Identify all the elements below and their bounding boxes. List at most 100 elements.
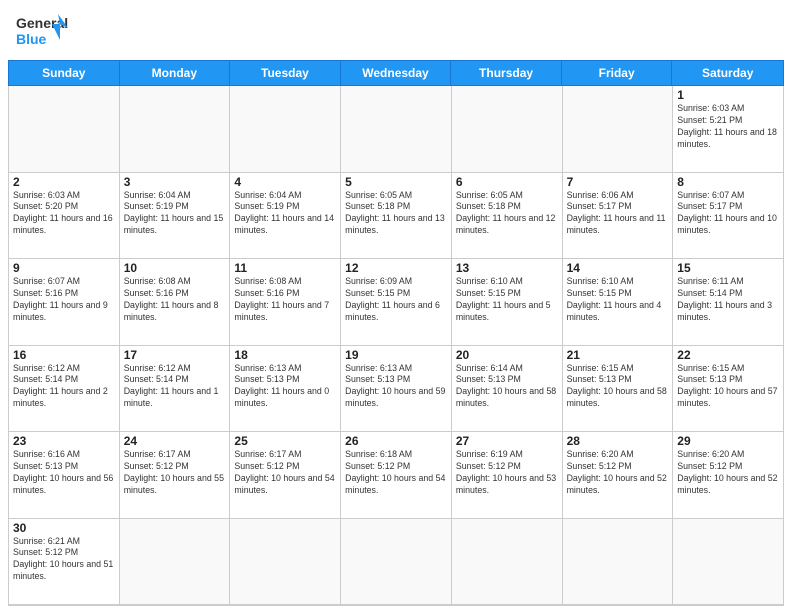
calendar-row: 23Sunrise: 6:16 AM Sunset: 5:13 PM Dayli… [9,432,784,519]
day-number: 3 [124,175,226,189]
day-number: 7 [567,175,669,189]
calendar-row: 30Sunrise: 6:21 AM Sunset: 5:12 PM Dayli… [9,519,784,606]
calendar-cell [452,86,563,173]
calendar-cell [341,519,452,606]
day-number: 13 [456,261,558,275]
calendar-cell [673,519,784,606]
day-info: Sunrise: 6:13 AM Sunset: 5:13 PM Dayligh… [234,363,336,411]
calendar-body: 1Sunrise: 6:03 AM Sunset: 5:21 PM Daylig… [8,86,784,606]
calendar-row: 1Sunrise: 6:03 AM Sunset: 5:21 PM Daylig… [9,86,784,173]
day-info: Sunrise: 6:03 AM Sunset: 5:20 PM Dayligh… [13,190,115,238]
day-number: 11 [234,261,336,275]
weekday-header: Sunday [9,61,120,85]
day-info: Sunrise: 6:05 AM Sunset: 5:18 PM Dayligh… [456,190,558,238]
day-info: Sunrise: 6:13 AM Sunset: 5:13 PM Dayligh… [345,363,447,411]
calendar-cell: 26Sunrise: 6:18 AM Sunset: 5:12 PM Dayli… [341,432,452,519]
calendar-cell: 12Sunrise: 6:09 AM Sunset: 5:15 PM Dayli… [341,259,452,346]
day-number: 2 [13,175,115,189]
day-number: 14 [567,261,669,275]
day-number: 10 [124,261,226,275]
logo-svg: GeneralBlue [16,10,72,54]
day-number: 16 [13,348,115,362]
day-number: 18 [234,348,336,362]
day-number: 21 [567,348,669,362]
day-info: Sunrise: 6:08 AM Sunset: 5:16 PM Dayligh… [234,276,336,324]
calendar-cell: 8Sunrise: 6:07 AM Sunset: 5:17 PM Daylig… [673,173,784,260]
calendar-cell: 7Sunrise: 6:06 AM Sunset: 5:17 PM Daylig… [563,173,674,260]
day-info: Sunrise: 6:18 AM Sunset: 5:12 PM Dayligh… [345,449,447,497]
day-info: Sunrise: 6:21 AM Sunset: 5:12 PM Dayligh… [13,536,115,584]
day-number: 25 [234,434,336,448]
day-number: 27 [456,434,558,448]
calendar-cell [230,86,341,173]
day-info: Sunrise: 6:10 AM Sunset: 5:15 PM Dayligh… [567,276,669,324]
calendar-cell [120,86,231,173]
day-info: Sunrise: 6:10 AM Sunset: 5:15 PM Dayligh… [456,276,558,324]
calendar-cell: 18Sunrise: 6:13 AM Sunset: 5:13 PM Dayli… [230,346,341,433]
day-number: 20 [456,348,558,362]
calendar-row: 2Sunrise: 6:03 AM Sunset: 5:20 PM Daylig… [9,173,784,260]
day-number: 24 [124,434,226,448]
calendar-cell [452,519,563,606]
day-info: Sunrise: 6:12 AM Sunset: 5:14 PM Dayligh… [124,363,226,411]
day-number: 9 [13,261,115,275]
day-number: 23 [13,434,115,448]
svg-text:Blue: Blue [16,31,47,47]
calendar-cell: 27Sunrise: 6:19 AM Sunset: 5:12 PM Dayli… [452,432,563,519]
day-info: Sunrise: 6:11 AM Sunset: 5:14 PM Dayligh… [677,276,779,324]
calendar-cell: 28Sunrise: 6:20 AM Sunset: 5:12 PM Dayli… [563,432,674,519]
day-info: Sunrise: 6:20 AM Sunset: 5:12 PM Dayligh… [567,449,669,497]
calendar-cell [9,86,120,173]
day-info: Sunrise: 6:15 AM Sunset: 5:13 PM Dayligh… [677,363,779,411]
calendar-cell: 10Sunrise: 6:08 AM Sunset: 5:16 PM Dayli… [120,259,231,346]
calendar-cell: 15Sunrise: 6:11 AM Sunset: 5:14 PM Dayli… [673,259,784,346]
calendar-cell: 14Sunrise: 6:10 AM Sunset: 5:15 PM Dayli… [563,259,674,346]
calendar-cell: 1Sunrise: 6:03 AM Sunset: 5:21 PM Daylig… [673,86,784,173]
logo: GeneralBlue [16,10,72,54]
calendar-header: SundayMondayTuesdayWednesdayThursdayFrid… [8,60,784,86]
calendar-cell [563,519,674,606]
calendar-cell: 4Sunrise: 6:04 AM Sunset: 5:19 PM Daylig… [230,173,341,260]
day-number: 15 [677,261,779,275]
day-info: Sunrise: 6:04 AM Sunset: 5:19 PM Dayligh… [234,190,336,238]
calendar-row: 16 Sunrise: 6:12 AM Sunset: 5:14 PM Dayli… [9,346,784,433]
day-number: 6 [456,175,558,189]
calendar-cell: 25Sunrise: 6:17 AM Sunset: 5:12 PM Dayli… [230,432,341,519]
calendar-cell: 13Sunrise: 6:10 AM Sunset: 5:15 PM Dayli… [452,259,563,346]
day-number: 4 [234,175,336,189]
calendar-cell: 16Sunrise: 6:12 AM Sunset: 5:14 PM Dayli… [9,346,120,433]
day-info: Sunrise: 6:17 AM Sunset: 5:12 PM Dayligh… [124,449,226,497]
weekday-header: Monday [120,61,231,85]
day-number: 22 [677,348,779,362]
day-info: Sunrise: 6:08 AM Sunset: 5:16 PM Dayligh… [124,276,226,324]
day-info: Sunrise: 6:07 AM Sunset: 5:16 PM Dayligh… [13,276,115,324]
calendar-cell: 2Sunrise: 6:03 AM Sunset: 5:20 PM Daylig… [9,173,120,260]
day-number: 17 [124,348,226,362]
calendar-cell: 9Sunrise: 6:07 AM Sunset: 5:16 PM Daylig… [9,259,120,346]
day-number: 8 [677,175,779,189]
day-info: Sunrise: 6:14 AM Sunset: 5:13 PM Dayligh… [456,363,558,411]
calendar-cell: 21Sunrise: 6:15 AM Sunset: 5:13 PM Dayli… [563,346,674,433]
day-info: Sunrise: 6:09 AM Sunset: 5:15 PM Dayligh… [345,276,447,324]
day-number: 12 [345,261,447,275]
day-number: 5 [345,175,447,189]
weekday-header: Thursday [451,61,562,85]
day-number: 28 [567,434,669,448]
day-number: 26 [345,434,447,448]
calendar-page: GeneralBlue SundayMondayTuesdayWednesday… [0,0,792,612]
calendar-cell: 5Sunrise: 6:05 AM Sunset: 5:18 PM Daylig… [341,173,452,260]
day-info: Sunrise: 6:20 AM Sunset: 5:12 PM Dayligh… [677,449,779,497]
weekday-header: Wednesday [341,61,452,85]
calendar-cell [120,519,231,606]
day-info: Sunrise: 6:19 AM Sunset: 5:12 PM Dayligh… [456,449,558,497]
day-number: 29 [677,434,779,448]
calendar-cell: 19Sunrise: 6:13 AM Sunset: 5:13 PM Dayli… [341,346,452,433]
day-info: Sunrise: 6:17 AM Sunset: 5:12 PM Dayligh… [234,449,336,497]
weekday-header: Saturday [672,61,783,85]
calendar-cell: 24Sunrise: 6:17 AM Sunset: 5:12 PM Dayli… [120,432,231,519]
calendar-cell: 22Sunrise: 6:15 AM Sunset: 5:13 PM Dayli… [673,346,784,433]
day-number: 19 [345,348,447,362]
calendar-cell: 20Sunrise: 6:14 AM Sunset: 5:13 PM Dayli… [452,346,563,433]
calendar-cell: 29Sunrise: 6:20 AM Sunset: 5:12 PM Dayli… [673,432,784,519]
calendar-row: 9Sunrise: 6:07 AM Sunset: 5:16 PM Daylig… [9,259,784,346]
